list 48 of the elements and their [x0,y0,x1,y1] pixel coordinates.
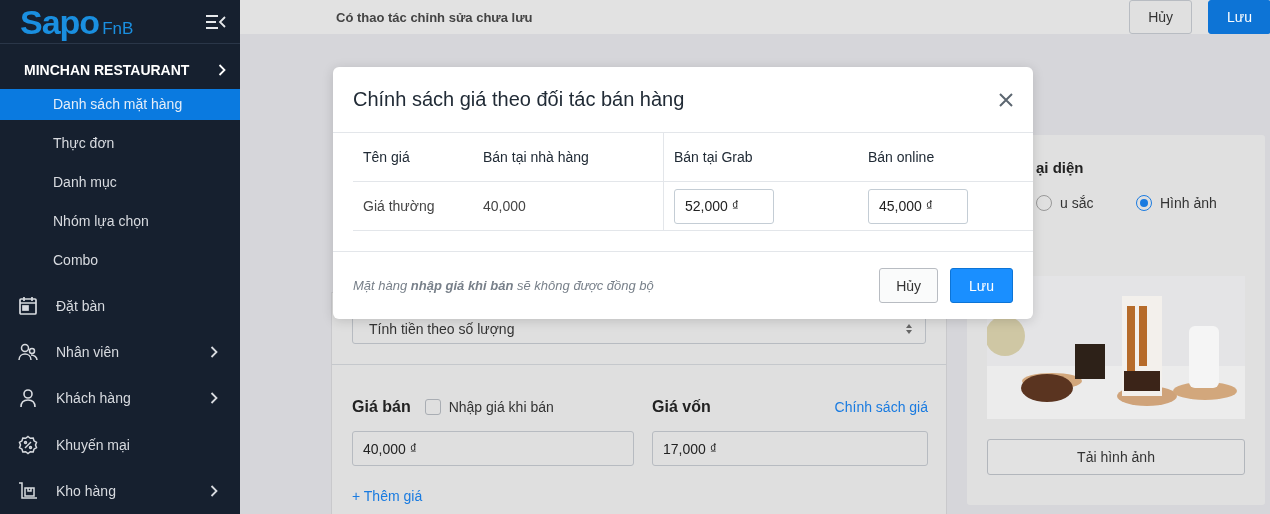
sidebar-item[interactable]: Khách hàng [0,375,240,422]
column-header: Tên giá [353,133,473,182]
sale-price-field[interactable]: 40,000 ₫ [352,431,634,466]
chevron-icon [210,392,218,405]
cost-price-label: Giá vốn [652,398,711,416]
user-icon [18,388,38,409]
sidebar-item[interactable]: Đặt bàn [0,282,240,330]
column-header: Bán online [858,133,1033,182]
column-header: Bán tại Grab [663,133,858,182]
logo[interactable]: Sapo FnB [20,4,134,39]
calendar-icon [18,296,38,316]
close-icon[interactable] [999,92,1013,107]
discount-icon [18,434,38,455]
sale-price-label: Giá bán [352,398,411,416]
chevron-icon [218,63,226,76]
sidebar-item[interactable]: Khuyến mại [0,421,240,468]
cancel-button[interactable]: Hủy [879,268,939,303]
sidebar-subitem[interactable]: Thực đơn [0,127,240,159]
sort-caret-icon [905,322,913,335]
checkbox[interactable] [424,399,441,415]
save-button[interactable]: Lưu [1208,0,1270,34]
store-selector[interactable]: MINCHAN RESTAURANT [0,50,240,89]
cost-price-field[interactable]: 17,000 ₫ [652,431,928,466]
collapse-menu-icon[interactable] [206,14,226,29]
checkbox-label: Nhập giá khi bán [448,399,554,415]
radio-option[interactable]: Hình ảnh [1135,193,1245,213]
cart-box-icon [18,480,38,501]
sidebar-subitem[interactable]: Combo [0,244,240,275]
sidebar-item[interactable]: Nhân viên [0,329,240,376]
cancel-button[interactable]: Hủy [1129,0,1193,34]
sidebar-subitem[interactable]: Danh sách mặt hàng [0,88,240,120]
dialog-title: Chính sách giá theo đối tác bán hàng [353,88,685,111]
grab-price-field[interactable]: 52,000 ₫ [674,188,774,224]
table-cell: Giá thường [353,182,473,231]
sidebar-subitem[interactable]: Nhóm lựa chọn [0,205,240,237]
online-price-field[interactable]: 45,000 ₫ [868,188,968,224]
sidebar-item[interactable]: Kho hàng [0,467,240,514]
radio-option[interactable]: u sắc [1036,193,1136,213]
upload-image-button[interactable]: Tải hình ảnh [987,439,1245,475]
sidebar-subitem[interactable]: Danh mục [0,166,240,198]
chevron-icon [210,484,218,497]
unsaved-message: Có thao tác chỉnh sửa chưa lưu [336,9,534,25]
column-header: Bán tại nhà hàng [473,133,663,182]
users-icon [18,342,38,363]
card-title: ại diện [1035,159,1085,178]
chevron-icon [210,346,218,359]
table-cell: 40,000 [473,182,663,231]
sync-note: Mặt hàng nhập giá khi bán sẽ không được đồng bộ [353,278,655,293]
